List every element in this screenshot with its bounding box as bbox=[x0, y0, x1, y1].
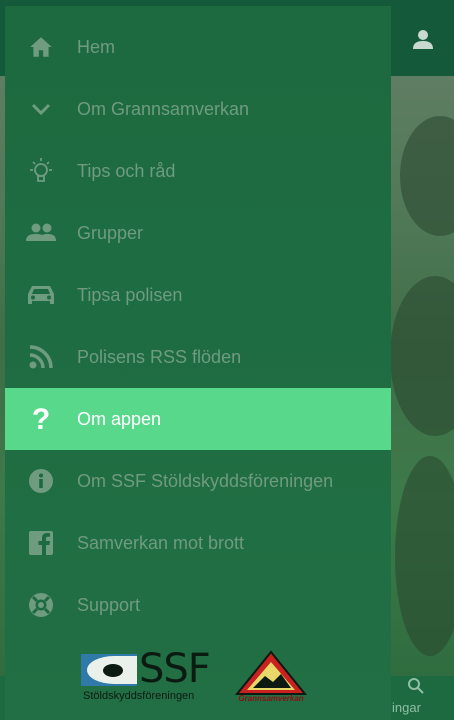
search-icon[interactable] bbox=[406, 676, 426, 696]
menu-item-label: Tips och råd bbox=[77, 160, 176, 181]
facebook-icon bbox=[23, 525, 59, 561]
home-icon bbox=[23, 29, 59, 65]
menu-item-om-ssf[interactable]: Om SSF Stöldskyddsföreningen bbox=[5, 450, 391, 512]
ssf-logo[interactable]: SSF Stöldskyddsföreningen bbox=[81, 646, 221, 708]
lifebuoy-icon bbox=[23, 587, 59, 623]
menu-item-hem[interactable]: Hem bbox=[5, 16, 391, 78]
menu-item-om-grannsamverkan[interactable]: Om Grannsamverkan bbox=[5, 78, 391, 140]
menu-item-label: Support bbox=[77, 594, 141, 615]
footer-tab-label[interactable]: ingar bbox=[392, 700, 421, 715]
warning-triangle-icon bbox=[234, 650, 308, 695]
info-icon bbox=[23, 463, 59, 499]
menu-item-tips-och-rad[interactable]: Tips och råd bbox=[5, 140, 391, 202]
ssf-logo-subtitle: Stöldskyddsföreningen bbox=[83, 690, 195, 702]
people-icon bbox=[23, 215, 59, 251]
grannsamverkan-logo-text: Grannsamverkan bbox=[238, 694, 304, 703]
eye-icon bbox=[81, 654, 137, 686]
menu-item-label: Om Grannsamverkan bbox=[77, 98, 250, 119]
menu-item-label: Tipsa polisen bbox=[77, 284, 183, 305]
app-screen: ingar Hem Om Grannsamverkan Tips och råd… bbox=[0, 0, 454, 720]
menu-item-label: Grupper bbox=[77, 222, 144, 243]
question-icon: ? bbox=[23, 401, 59, 437]
menu-item-grupper[interactable]: Grupper bbox=[5, 202, 391, 264]
menu-item-label: Om SSF Stöldskyddsföreningen bbox=[77, 470, 334, 491]
ssf-logo-text: SSF bbox=[139, 646, 211, 692]
grannsamverkan-logo[interactable]: Grannsamverkan bbox=[234, 650, 308, 706]
navigation-drawer: Hem Om Grannsamverkan Tips och råd Grupp… bbox=[5, 6, 391, 720]
menu-item-om-appen[interactable]: ? Om appen bbox=[5, 388, 391, 450]
chevron-down-icon bbox=[23, 91, 59, 127]
menu-item-polisens-rss-floden[interactable]: Polisens RSS flöden bbox=[5, 326, 391, 388]
menu-item-support[interactable]: Support bbox=[5, 574, 391, 636]
svg-text:?: ? bbox=[32, 404, 50, 434]
menu-item-tipsa-polisen[interactable]: Tipsa polisen bbox=[5, 264, 391, 326]
car-icon bbox=[23, 277, 59, 313]
drawer-menu: Hem Om Grannsamverkan Tips och råd Grupp… bbox=[5, 16, 391, 636]
menu-item-label: Polisens RSS flöden bbox=[77, 346, 242, 367]
rss-icon bbox=[23, 339, 59, 375]
profile-button[interactable] bbox=[408, 24, 438, 54]
menu-item-label: Samverkan mot brott bbox=[77, 532, 245, 553]
menu-item-label: Hem bbox=[77, 36, 116, 57]
drawer-logos: SSF Stöldskyddsföreningen Grannsamverkan bbox=[5, 646, 391, 710]
lightbulb-icon bbox=[23, 153, 59, 189]
menu-item-samverkan-mot-brott[interactable]: Samverkan mot brott bbox=[5, 512, 391, 574]
menu-item-label: Om appen bbox=[77, 408, 162, 429]
person-icon bbox=[413, 30, 433, 49]
